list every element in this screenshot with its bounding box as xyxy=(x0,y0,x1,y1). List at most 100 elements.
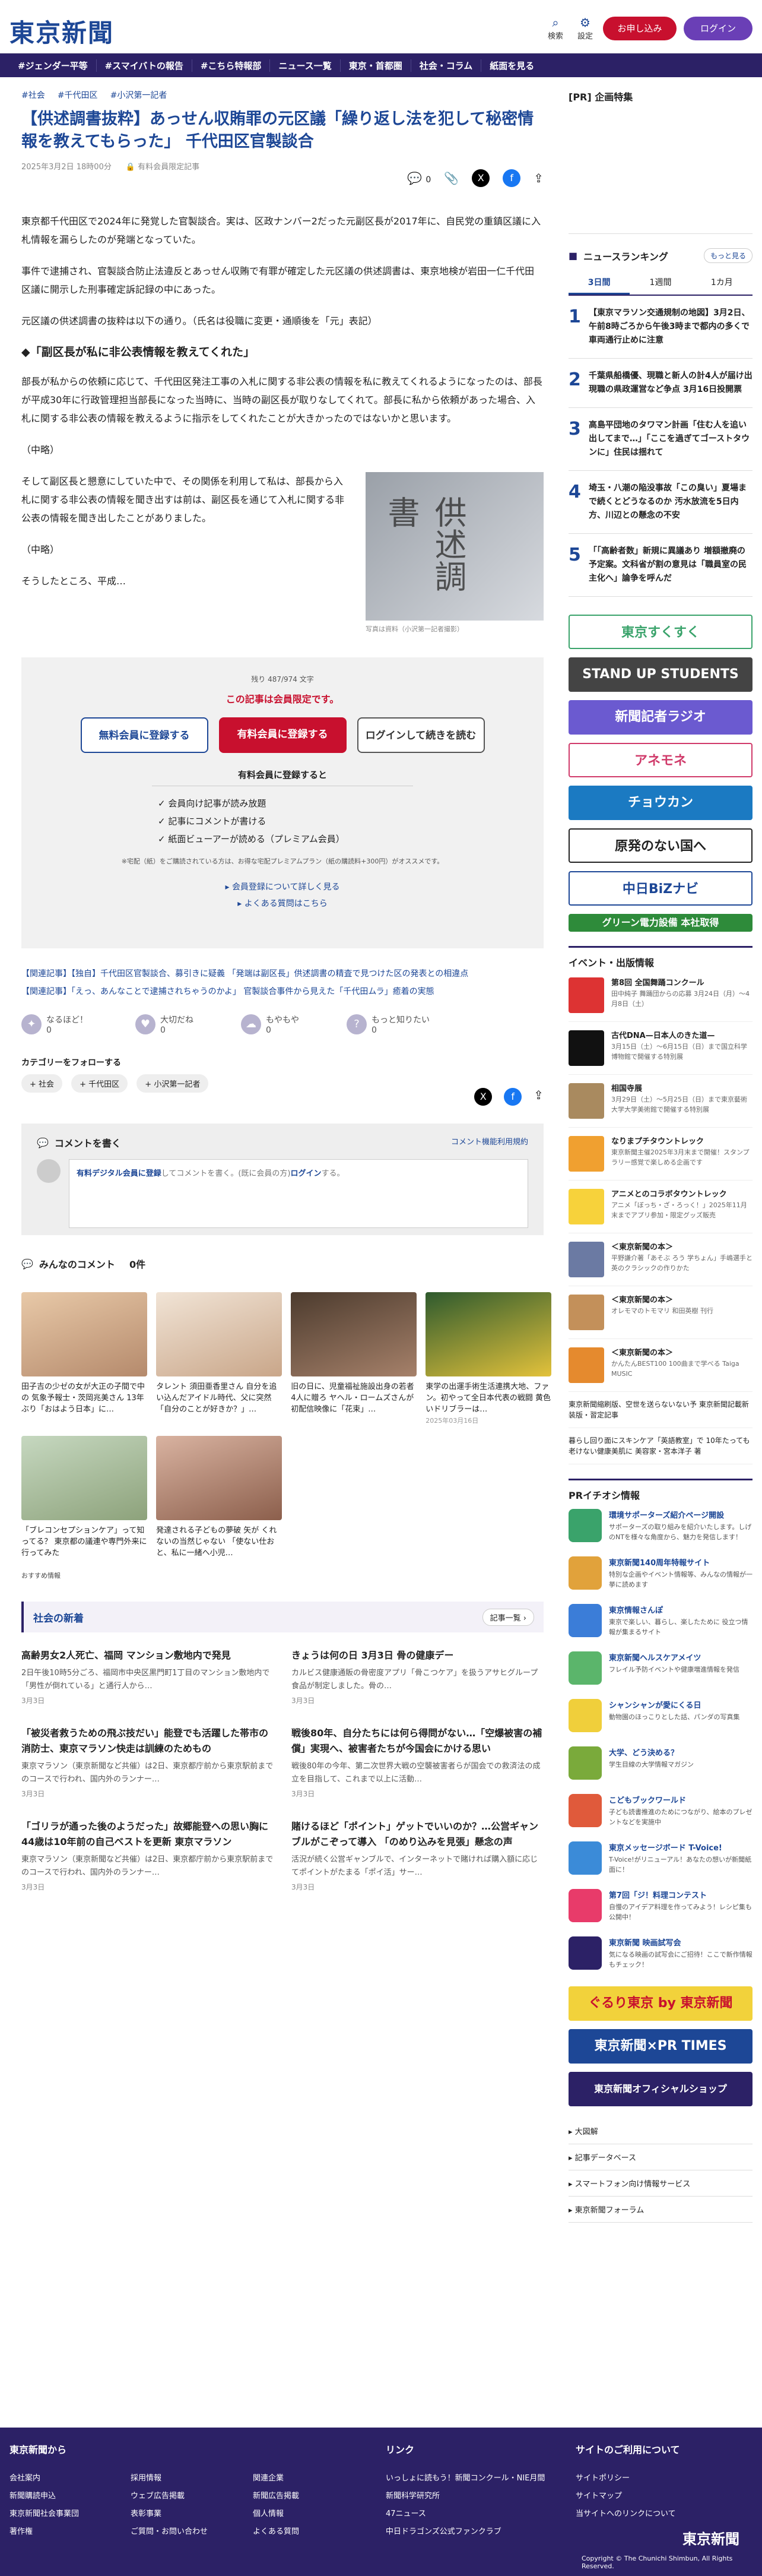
pr-item[interactable]: 環境サポーターズ紹介ページ開設 サポーターズの取り組みを紹介いたします。しげのNT… xyxy=(569,1502,753,1549)
nav-news-list[interactable]: ニュース一覧 xyxy=(270,59,341,72)
footer-link[interactable]: 東京新聞社会事業団 xyxy=(9,2507,79,2518)
society-more[interactable]: 記事一覧 › xyxy=(482,1608,534,1626)
news-item[interactable]: 「ゴリラが通った後のようだった」故郷能登への思い胸に 44歳は10年前の自己ベス… xyxy=(21,1819,274,1892)
reaction-taisetsu[interactable]: ♥ 大切だね 0 xyxy=(135,1014,193,1035)
subscribe-button[interactable]: お申し込み xyxy=(603,17,677,40)
free-register-button[interactable]: 無料会員に登録する xyxy=(80,717,208,753)
tab-1month[interactable]: 1カ月 xyxy=(691,271,753,295)
breadcrumb-item[interactable]: #小沢第一記者 xyxy=(110,91,167,100)
banner-green[interactable]: グリーン電力設備 本社取得 xyxy=(569,914,753,932)
login-continue-button[interactable]: ログインして続きを読む xyxy=(357,717,485,753)
pr-item[interactable]: 東京情報さんぽ 東京で楽しい、暮らし、楽したために 役立つ情報が集まるサイト xyxy=(569,1597,753,1644)
banner-gururi[interactable]: ぐるり東京 by 東京新聞 xyxy=(569,1986,753,2021)
nav-society[interactable]: 社会・コラム xyxy=(411,59,482,72)
banner-biz[interactable]: 中日BiZナビ xyxy=(569,871,753,906)
banner-genpatsu[interactable]: 原発のない国へ xyxy=(569,828,753,863)
event-item[interactable]: ＜東京新聞の本＞ オレモマのトモマリ 和田英樹 刊行 xyxy=(569,1286,753,1339)
tab-3days[interactable]: 3日間 xyxy=(569,271,630,295)
recommend-card[interactable]: 「ブレコンセプションケア」って知ってる？ 東京都の議連や専門外来に行ってみた xyxy=(21,1436,147,1559)
ranking-item[interactable]: 5 「「高齢者数」新規に異議あり 増額撤廃の予定案。文科省が割の意見は「職員室の民… xyxy=(569,534,753,597)
nav-gender[interactable]: #ジェンダー平等 xyxy=(9,59,97,72)
clip-icon[interactable]: 📎 xyxy=(444,171,459,185)
event-item[interactable]: 第8回 全国舞踊コンクール 田中純子 舞踊団からの応募 3月24日（月）〜4月8日… xyxy=(569,969,753,1022)
follow-tag[interactable]: + 社会 xyxy=(21,1074,63,1093)
banner-sukusuku[interactable]: 東京すくすく xyxy=(569,615,753,649)
footer-logo[interactable]: 東京新聞 xyxy=(682,2527,739,2548)
footer-link[interactable]: 著作権 xyxy=(9,2525,33,2536)
footer-link[interactable]: ウェブ広告掲載 xyxy=(131,2489,185,2501)
facebook-share-icon[interactable]: f xyxy=(504,1088,522,1106)
footer-link[interactable]: 会社案内 xyxy=(9,2471,40,2483)
comment-count[interactable]: 💬 0 xyxy=(407,171,431,185)
faq-link[interactable]: ▸ よくある質問はこちら xyxy=(57,895,508,912)
pr-item[interactable]: 東京新聞140周年特報サイト 特別な企画やイベント情報等、みんなの情報が一挙に読め… xyxy=(569,1549,753,1597)
banner-chokan[interactable]: チョウカン xyxy=(569,786,753,820)
settings-button[interactable]: ⚙ 設定 xyxy=(573,15,597,41)
search-button[interactable]: ⌕ 検索 xyxy=(544,15,567,41)
recommend-card[interactable]: 発達される子どもの夢破 矢が くれないの当然じゃない 「使ない仕おと、私に一緒へ… xyxy=(156,1436,282,1559)
banner-prtimes[interactable]: 東京新聞×PR TIMES xyxy=(569,2029,753,2064)
event-item[interactable]: ＜東京新聞の本＞ 平野謙介著「あそぶ ろう 学ちょん」手嶋選手と英のクラシックの作… xyxy=(569,1233,753,1286)
ranking-more[interactable]: もっと見る xyxy=(703,248,753,263)
footer-link[interactable]: 47ニュース xyxy=(386,2507,426,2518)
side-nav-link[interactable]: ▸ 記事データベース xyxy=(569,2144,753,2170)
banner-radio[interactable]: 新聞記者ラジオ xyxy=(569,700,753,735)
comment-policy-link[interactable]: コメント機能利用規約 xyxy=(451,1135,528,1150)
recommend-card[interactable]: タレント 須田亜香里さん 自分を追い込んだアイドル時代、父に突然「自分のことが好… xyxy=(156,1292,282,1415)
recommend-card[interactable]: 旧の日に、児童福祉施設出身の若者4人に贈ろ ヤヘル・ロームズさんが初配信映像に「… xyxy=(291,1292,417,1415)
pr-item[interactable]: シャンシャンが愛にくる日 動物園のほっこりとした話、パンダの写真集 xyxy=(569,1692,753,1739)
event-item[interactable]: ＜東京新聞の本＞ かんたんBEST100 100曲まで学べる Taiga MUSI… xyxy=(569,1339,753,1392)
footer-link[interactable]: 中日ドラゴンズ公式ファンクラブ xyxy=(386,2525,501,2536)
event-item[interactable]: なりまプチタウントレック 東京新聞主催2025年3月末まで開催！スタンプラリー感覚… xyxy=(569,1128,753,1181)
side-nav-link[interactable]: ▸ 東京新聞フォーラム xyxy=(569,2197,753,2223)
login-button[interactable]: ログイン xyxy=(684,17,753,40)
register-details-link[interactable]: ▸ 会員登録について詳しく見る xyxy=(57,879,508,895)
nav-tokuho[interactable]: #こちら特報部 xyxy=(192,59,271,72)
article-photo[interactable]: 供述調書 xyxy=(366,472,544,621)
recommend-card[interactable]: 東学の出運手術生活連携大地、ファン。初やって全日本代表の戦闘 黄色いドリブラーは… xyxy=(426,1292,552,1426)
news-item[interactable]: 賭けるほど「ポイント」ゲットでいいのか？…公営ギャンブルがこぞって導入 「のめり… xyxy=(291,1819,544,1892)
pr-item[interactable]: 東京新聞 映画試写会 気になる映画の試写会にご招待！ここで新作情報もチェック！ xyxy=(569,1929,753,1977)
share-icon[interactable]: ⇪ xyxy=(534,171,544,185)
recommend-card[interactable]: 田子吉の少ゼの女が大正の子間で中の 気象予報士・茨岡兆美さん 13年ぶり「おはよ… xyxy=(21,1292,147,1415)
reaction-naruhodo[interactable]: ✦ なるほど！ 0 xyxy=(21,1014,88,1035)
related-link[interactable]: 【関連記事】「えっ、あんなことで逮捕されちゃうのかよ」 官製談合事件から見えた「… xyxy=(21,983,544,1001)
footer-link[interactable]: ご質問・お問い合わせ xyxy=(131,2525,208,2536)
footer-link[interactable]: 新聞科学研究所 xyxy=(386,2489,440,2501)
follow-tag[interactable]: + 小沢第一記者 xyxy=(136,1074,209,1093)
follow-tag[interactable]: + 千代田区 xyxy=(71,1074,128,1093)
ranking-item[interactable]: 2 千葉県船橋優、現職と新人の計4人が届け出 現職の県政運営など争点 3月16日投… xyxy=(569,359,753,408)
breadcrumb-item[interactable]: #千代田区 xyxy=(58,91,98,100)
pr-item[interactable]: 東京メッセージボード T-Voice! T-Voice!がリニューアル！あなたの想… xyxy=(569,1834,753,1882)
breadcrumb-item[interactable]: #社会 xyxy=(21,91,45,100)
footer-link[interactable]: 関連企業 xyxy=(253,2471,284,2483)
side-nav-link[interactable]: ▸ スマートフォン向け情報サービス xyxy=(569,2170,753,2197)
footer-link[interactable]: サイトマップ xyxy=(576,2489,622,2501)
paid-register-button[interactable]: 有料会員に登録する xyxy=(218,717,347,753)
nav-smile[interactable]: #スマイバトの報告 xyxy=(97,59,192,72)
tab-1week[interactable]: 1週間 xyxy=(630,271,691,295)
event-item[interactable]: アニメとのコラボタウントレック アニメ「ぼっち・ざ・ろっく！」2025年11月末ま… xyxy=(569,1181,753,1233)
news-item[interactable]: 戦後80年、自分たちには何ら得問がない…「空爆被害の補償」実現へ、被害者たちが今… xyxy=(291,1726,544,1799)
reaction-moyamoya[interactable]: ☁ もやもや 0 xyxy=(241,1014,299,1035)
footer-link[interactable]: 新聞広告掲載 xyxy=(253,2489,299,2501)
related-link[interactable]: 【関連記事】【独自】千代田区官製談合、募引きに疑義 「発端は副区長」供述調書の精… xyxy=(21,965,544,983)
footer-link[interactable]: 採用情報 xyxy=(131,2471,161,2483)
footer-link[interactable]: よくある質問 xyxy=(253,2525,299,2536)
footer-link[interactable]: 個人情報 xyxy=(253,2507,284,2518)
reaction-motto[interactable]: ? もっと知りたい 0 xyxy=(347,1014,430,1035)
ranking-item[interactable]: 3 高島平団地のタワマン計画「住む人を追い出してまで…」「ここを過ぎてゴーストタウ… xyxy=(569,408,753,471)
ranking-item[interactable]: 4 埼玉・八潮の陥没事故「この臭い」夏場まで続くとどうなるのか 汚水放流を5日内方… xyxy=(569,471,753,534)
nav-paper[interactable]: 紙面を見る xyxy=(481,59,542,72)
x-share-icon[interactable]: X xyxy=(472,169,490,187)
facebook-share-icon[interactable]: f xyxy=(503,169,521,187)
footer-link[interactable]: サイトポリシー xyxy=(576,2471,630,2483)
pr-item[interactable]: 第7回「ジ！料理コンテスト 自慢のアイデア料理を作ってみよう！レシピ集も公開中！ xyxy=(569,1882,753,1929)
news-item[interactable]: 「被災者救うための飛ぶ技だい」能登でも活躍した帯市の消防士、東京マラソン快走は訓… xyxy=(21,1726,274,1799)
nav-tokyo[interactable]: 東京・首都圏 xyxy=(341,59,411,72)
banner-shop[interactable]: 東京新聞オフィシャルショップ xyxy=(569,2072,753,2106)
event-item[interactable]: 相国寺展 3月29日（土）〜5月25日（日）まで東京藝術大学大学美術館で開催する特… xyxy=(569,1075,753,1128)
footer-link[interactable]: 新聞購読申込 xyxy=(9,2489,56,2501)
ranking-item[interactable]: 1 【東京マラソン交通規制の地図】3月2日、午前8時ごろから午後3時まで都内の多く… xyxy=(569,296,753,359)
news-item[interactable]: 高齢男女2人死亡、福岡 マンション敷地内で発見 2日午後10時5分ごろ、福岡市中央… xyxy=(21,1648,274,1705)
